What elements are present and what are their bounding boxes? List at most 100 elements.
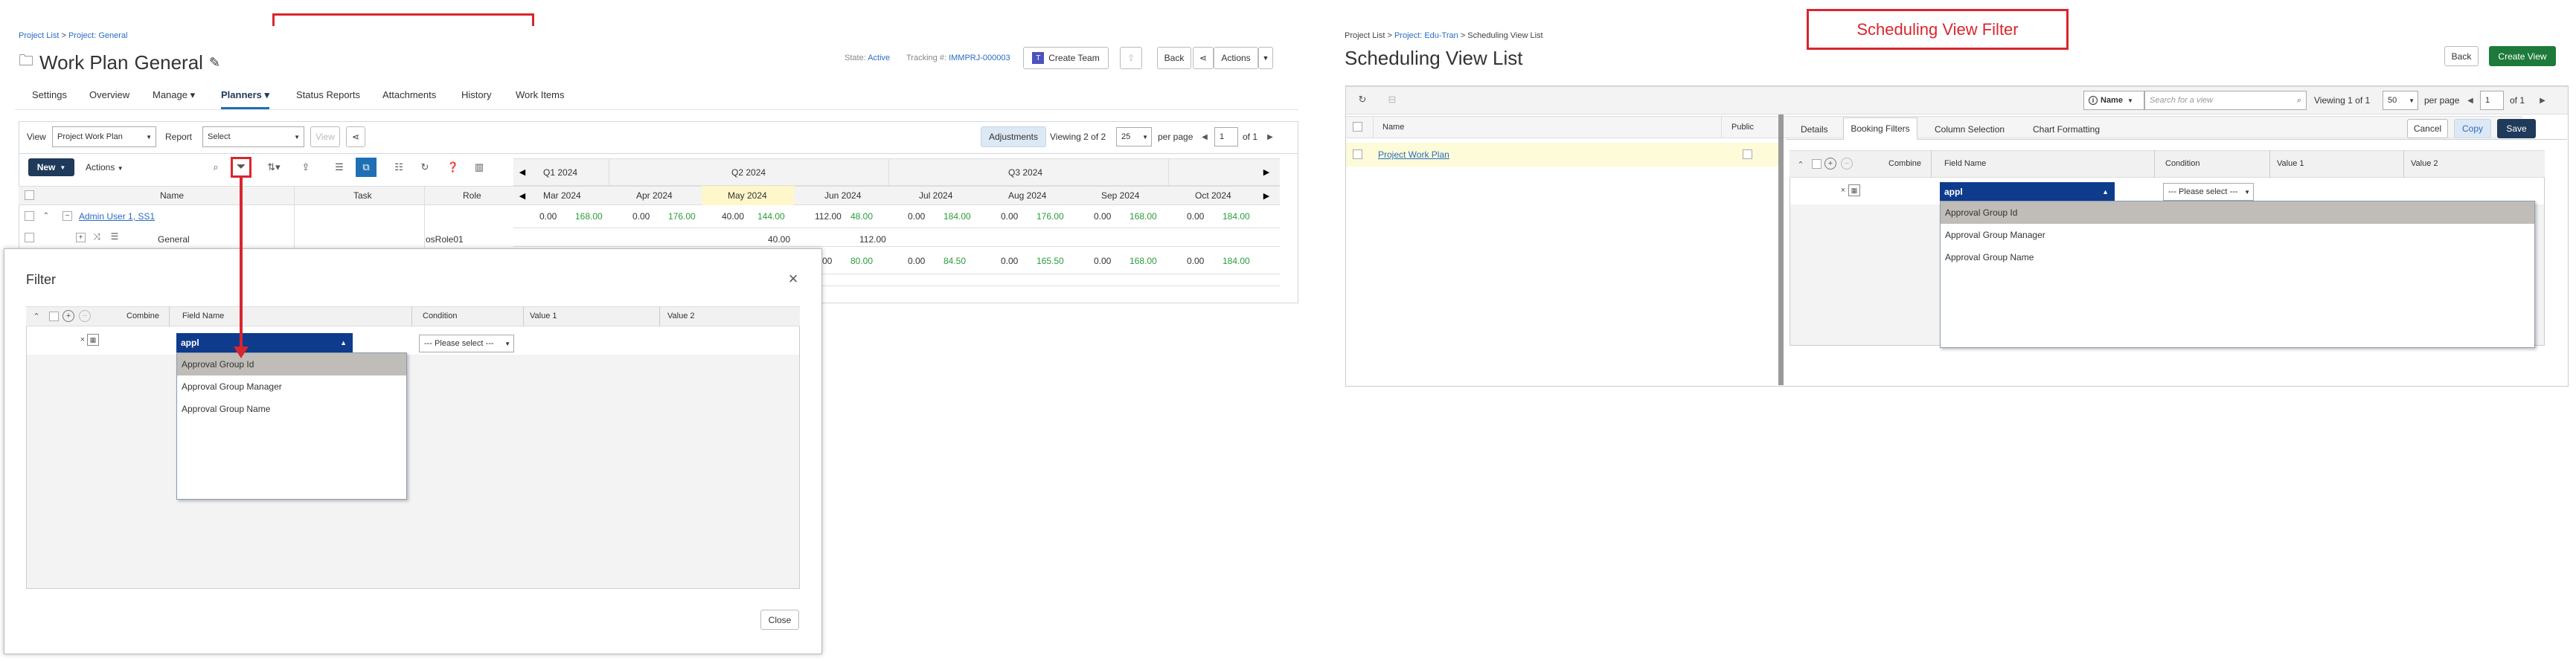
row1-name-link[interactable]: Admin User 1, SS1 <box>79 211 155 222</box>
gantt-icon[interactable]: ☷ <box>391 159 407 175</box>
right-option-approval-group-name[interactable]: Approval Group Name <box>1941 246 2534 268</box>
view-select[interactable]: Project Work Plan ▼ <box>52 126 156 147</box>
export-icon[interactable]: ⇪ <box>298 159 314 175</box>
breadcrumb-project-list[interactable]: Project List <box>19 31 59 40</box>
expand-row-icon[interactable]: − <box>63 211 72 221</box>
actions-menu[interactable]: Actions ▼ <box>86 162 124 172</box>
row-grid-icon[interactable]: ▦ <box>87 334 99 346</box>
pane-splitter[interactable] <box>1778 115 1784 385</box>
tab-settings[interactable]: Settings <box>32 89 67 100</box>
breadcrumb-project[interactable]: Project: General <box>68 31 127 40</box>
right-prev-page-icon[interactable]: ◀ <box>2465 94 2476 107</box>
help-icon[interactable]: ❓ <box>445 159 461 175</box>
right-field-name-input[interactable]: appl ▲ <box>1940 182 2115 201</box>
timeline-next-icon[interactable]: ▶ <box>1261 165 1272 178</box>
row2-doc-icon[interactable]: ☰ <box>109 230 121 242</box>
copy-button[interactable]: Copy <box>2454 119 2491 138</box>
back-button[interactable]: Back <box>1157 47 1191 69</box>
right-refresh-icon[interactable]: ↻ <box>1354 91 1371 108</box>
tab-overview[interactable]: Overview <box>89 89 129 100</box>
prev-page-icon[interactable]: ◀ <box>1199 130 1210 144</box>
per-page-select[interactable]: 25 ▼ <box>1116 127 1152 146</box>
remove-filter-icon[interactable]: − <box>79 310 91 322</box>
edit-pencil-icon[interactable]: ✎ <box>209 55 220 71</box>
filter-icon[interactable]: ⏷ <box>231 157 251 178</box>
close-button[interactable]: Close <box>760 610 799 630</box>
report-view-button[interactable]: View <box>310 126 340 147</box>
share-icon-button[interactable]: ⋖ <box>1193 47 1214 69</box>
row2-expand-icon[interactable]: + <box>76 233 86 242</box>
option-approval-group-name[interactable]: Approval Group Name <box>177 398 406 420</box>
refresh-icon[interactable]: ↻ <box>417 159 433 175</box>
search-icon[interactable]: ⌕ <box>208 159 223 175</box>
collapse-icon[interactable]: ⌃ <box>41 210 51 222</box>
right-option-approval-group-manager[interactable]: Approval Group Manager <box>1941 224 2534 246</box>
filter-select-all-checkbox[interactable] <box>49 312 59 321</box>
export-icon-button[interactable]: ⇪ <box>1120 47 1142 69</box>
new-button[interactable]: New ▼ <box>28 158 74 176</box>
actions-chevron-down-icon[interactable]: ▼ <box>1258 47 1273 69</box>
list-view-icon[interactable]: ☰ <box>331 159 347 175</box>
tab-chart-formatting[interactable]: Chart Formatting <box>2033 124 2100 135</box>
tab-manage[interactable]: Manage ▾ <box>153 89 195 101</box>
breadcrumb-edu-tran[interactable]: Project: Edu-Tran <box>1394 31 1458 40</box>
right-per-page-select[interactable]: 50 ▼ <box>2383 91 2418 110</box>
create-team-button[interactable]: T Create Team <box>1023 47 1109 69</box>
report-select[interactable]: Select ▼ <box>202 126 304 147</box>
split-view-icon[interactable]: ⧉ <box>356 158 377 177</box>
tab-column-selection[interactable]: Column Selection <box>1935 124 2005 135</box>
right-back-button[interactable]: Back <box>2444 46 2479 66</box>
right-condition-select[interactable]: --- Please select --- ▼ <box>2163 183 2254 201</box>
right-row-delete-icon[interactable]: × <box>1839 186 1847 195</box>
tab-details[interactable]: Details <box>1801 124 1828 135</box>
select-all-checkbox[interactable] <box>25 190 34 200</box>
tab-booking-filters[interactable]: Booking Filters <box>1843 117 1917 140</box>
row2-tools-icon[interactable]: ⤨ <box>91 230 103 242</box>
tab-history[interactable]: History <box>461 89 491 100</box>
sort-icon[interactable]: ⇅▾ <box>260 159 287 175</box>
right-row-grid-icon[interactable]: ▦ <box>1848 184 1860 196</box>
page-input[interactable]: 1 <box>1214 127 1238 146</box>
share-report-icon[interactable]: ⋖ <box>346 126 365 147</box>
option-approval-group-id[interactable]: Approval Group Id <box>177 353 406 375</box>
right-next-page-icon[interactable]: ▶ <box>2537 94 2548 107</box>
right-remove-filter-icon[interactable]: − <box>1841 158 1853 170</box>
actions-button[interactable]: Actions <box>1214 47 1258 69</box>
right-filter-select-all-checkbox[interactable] <box>1812 159 1822 169</box>
cancel-button[interactable]: Cancel <box>2407 119 2448 138</box>
right-option-approval-group-id[interactable]: Approval Group Id <box>1941 201 2534 224</box>
condition-select[interactable]: --- Please select --- ▼ <box>419 335 514 352</box>
right-row-checkbox[interactable] <box>1353 149 1362 159</box>
option-approval-group-manager[interactable]: Approval Group Manager <box>177 375 406 398</box>
field-name-input[interactable]: appl ▲ <box>176 333 353 352</box>
row2-checkbox[interactable] <box>25 233 34 242</box>
row1-checkbox[interactable] <box>25 211 34 221</box>
save-button[interactable]: Save <box>2497 119 2536 138</box>
tab-work-items[interactable]: Work Items <box>516 89 565 100</box>
right-field-dropdown-list: Approval Group Id Approval Group Manager… <box>1940 201 2535 348</box>
right-add-filter-icon[interactable]: + <box>1824 158 1836 170</box>
row-delete-icon[interactable]: × <box>79 335 86 344</box>
create-view-button[interactable]: Create View <box>2489 46 2556 66</box>
collapse-all-icon[interactable]: ⌃ <box>31 309 42 323</box>
month-prev-icon[interactable]: ◀ <box>517 189 528 202</box>
tab-status-reports[interactable]: Status Reports <box>296 89 360 100</box>
right-row-public-checkbox[interactable] <box>1743 149 1752 159</box>
right-delete-icon[interactable]: ⊟ <box>1384 91 1400 108</box>
tab-attachments[interactable]: Attachments <box>382 89 436 100</box>
right-row-name-link[interactable]: Project Work Plan <box>1378 149 1449 160</box>
chart-icon[interactable]: ▥ <box>471 159 487 175</box>
row3-value-cell: 168.00 <box>1130 256 1157 266</box>
right-select-all-checkbox[interactable] <box>1353 122 1362 132</box>
close-icon[interactable]: × <box>785 269 801 288</box>
right-collapse-all-icon[interactable]: ⌃ <box>1795 158 1806 171</box>
add-filter-icon[interactable]: + <box>63 310 74 322</box>
search-field-select[interactable]: i Name ▼ <box>2083 91 2144 110</box>
timeline-prev-icon[interactable]: ◀ <box>517 165 528 178</box>
adjustments-button[interactable]: Adjustments <box>981 126 1046 147</box>
search-input[interactable]: Search for a view ⌕ <box>2144 91 2307 110</box>
next-page-icon[interactable]: ▶ <box>1265 130 1275 144</box>
tab-planners[interactable]: Planners ▾ <box>221 89 270 109</box>
right-page-input[interactable]: 1 <box>2480 91 2504 110</box>
month-next-icon[interactable]: ▶ <box>1261 189 1272 202</box>
